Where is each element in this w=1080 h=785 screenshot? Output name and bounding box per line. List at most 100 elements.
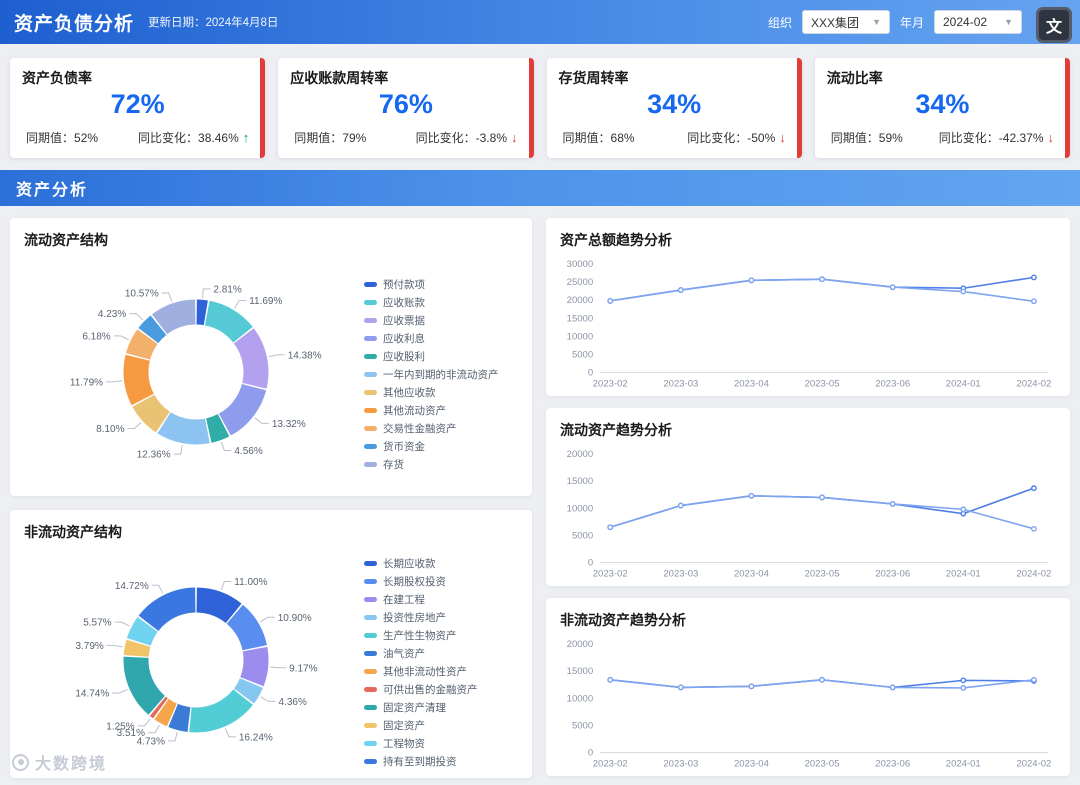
data-point[interactable] xyxy=(819,494,825,501)
donut-slice[interactable] xyxy=(149,696,168,719)
slice-percent-label: 2.81% xyxy=(213,284,241,295)
y-tick-label: 10000 xyxy=(567,503,593,514)
donut-slice[interactable] xyxy=(240,646,269,687)
x-tick-label: 2024-02 xyxy=(1016,379,1051,390)
legend-label: 投资性房地产 xyxy=(383,611,446,624)
data-point[interactable] xyxy=(889,284,896,291)
y-tick-label: 10000 xyxy=(567,693,593,704)
data-point[interactable] xyxy=(1030,676,1037,683)
legend-item[interactable]: 存货 xyxy=(364,457,518,472)
y-tick-label: 0 xyxy=(588,557,593,568)
legend-item[interactable]: 长期应收款 xyxy=(364,556,518,571)
data-point[interactable] xyxy=(960,288,967,295)
legend-item[interactable]: 长期股权投资 xyxy=(364,574,518,589)
donut-slice[interactable] xyxy=(233,328,269,389)
data-point[interactable] xyxy=(677,684,684,691)
donut-slice[interactable] xyxy=(168,703,191,732)
donut-slice[interactable] xyxy=(138,315,167,344)
legend-item[interactable]: 交易性金融资产 xyxy=(364,421,518,436)
data-point[interactable] xyxy=(1030,485,1037,492)
legend-item[interactable]: 工程物资 xyxy=(364,736,518,751)
donut-slice[interactable] xyxy=(138,587,197,632)
legend-item[interactable]: 生产性生物资产 xyxy=(364,628,518,643)
line-series xyxy=(610,278,1035,303)
legend-item[interactable]: 应收利息 xyxy=(364,331,518,346)
donut-slice[interactable] xyxy=(196,587,242,624)
legend-item[interactable]: 可供出售的金融资产 xyxy=(364,682,518,697)
period-value: 68% xyxy=(610,131,635,145)
data-point[interactable] xyxy=(748,277,755,284)
kpi-title: 流动比率 xyxy=(826,70,883,86)
donut-slice[interactable] xyxy=(152,299,197,335)
y-tick-label: 5000 xyxy=(572,349,593,360)
data-point[interactable] xyxy=(819,676,825,683)
donut-slice[interactable] xyxy=(123,639,151,658)
data-point[interactable] xyxy=(607,676,614,683)
month-select[interactable]: 2024-02 ▼ xyxy=(934,10,1022,34)
kpi-title: 应收账款周转率 xyxy=(290,70,389,86)
data-point[interactable] xyxy=(607,297,614,304)
x-tick-label: 2023-03 xyxy=(663,379,698,390)
data-point[interactable] xyxy=(677,287,684,293)
chart-title: 流动资产结构 xyxy=(24,232,108,248)
data-point[interactable] xyxy=(1030,298,1037,305)
legend-item[interactable]: 固定资产清理 xyxy=(364,700,518,715)
data-point[interactable] xyxy=(748,492,755,499)
data-point[interactable] xyxy=(748,683,755,690)
red-accent-bar xyxy=(1065,58,1070,158)
translate-button[interactable]: 文 xyxy=(1036,7,1072,43)
data-point[interactable] xyxy=(960,685,967,691)
legend-item[interactable]: 其他应收款 xyxy=(364,385,518,400)
legend-item[interactable]: 预付款项 xyxy=(364,277,518,292)
org-select[interactable]: XXX集团 ▼ xyxy=(801,10,890,34)
legend-item[interactable]: 应收账款 xyxy=(364,295,518,310)
legend-item[interactable]: 应收股利 xyxy=(364,349,518,364)
donut-slice[interactable] xyxy=(226,604,267,651)
data-point[interactable] xyxy=(819,276,825,283)
legend-label: 工程物资 xyxy=(383,737,425,750)
legend-item[interactable]: 油气资产 xyxy=(364,646,518,661)
legend-item[interactable]: 投资性房地产 xyxy=(364,610,518,625)
donut-slice[interactable] xyxy=(233,677,263,704)
legend-item[interactable]: 应收票据 xyxy=(364,313,518,328)
data-point[interactable] xyxy=(889,684,896,691)
legend-item[interactable]: 在建工程 xyxy=(364,592,518,607)
donut-slice[interactable] xyxy=(132,394,171,433)
donut-slice[interactable] xyxy=(189,688,253,733)
donut-slice[interactable] xyxy=(204,300,253,343)
data-point[interactable] xyxy=(960,677,967,684)
legend-item[interactable]: 固定资产 xyxy=(364,718,518,733)
data-point[interactable] xyxy=(889,501,896,507)
slice-percent-label: 14.74% xyxy=(75,688,109,699)
donut-slice[interactable] xyxy=(157,411,210,445)
legend-item[interactable]: 一年内到期的非流动资产 xyxy=(364,367,518,382)
label-leader-line xyxy=(224,728,236,738)
legend-item[interactable]: 持有至到期投资 xyxy=(364,754,518,769)
legend-marker-icon xyxy=(364,389,377,395)
data-point[interactable] xyxy=(1030,525,1037,532)
donut-slice[interactable] xyxy=(196,299,208,326)
legend-label: 长期应收款 xyxy=(383,557,436,570)
donut-slice[interactable] xyxy=(126,617,159,647)
legend-marker-icon xyxy=(364,371,377,377)
slice-percent-label: 8.10% xyxy=(96,424,124,435)
legend-marker-icon xyxy=(364,758,377,764)
chevron-down-icon: ▼ xyxy=(1004,17,1013,27)
label-leader-line xyxy=(113,335,130,341)
data-point[interactable] xyxy=(960,506,967,513)
data-point[interactable] xyxy=(1030,274,1037,281)
data-point[interactable] xyxy=(677,502,684,509)
chart-legend: 预付款项应收账款应收票据应收利息应收股利一年内到期的非流动资产 其他应收款其他流动… xyxy=(364,273,518,472)
legend-item[interactable]: 货币资金 xyxy=(364,439,518,454)
slice-percent-label: 4.36% xyxy=(279,697,307,708)
donut-slice[interactable] xyxy=(205,414,230,443)
donut-slice[interactable] xyxy=(154,698,178,727)
legend-item[interactable]: 其他非流动性资产 xyxy=(364,664,518,679)
kpi-card-asset-liability-ratio: 资产负债率 72% 同期值：52% 同比变化：38.46% ↑ xyxy=(10,58,266,158)
donut-slice[interactable] xyxy=(123,354,155,406)
donut-slice[interactable] xyxy=(126,329,158,361)
data-point[interactable] xyxy=(607,524,614,531)
legend-item[interactable]: 其他流动资产 xyxy=(364,403,518,418)
donut-slice[interactable] xyxy=(218,383,267,436)
donut-slice[interactable] xyxy=(123,656,166,715)
